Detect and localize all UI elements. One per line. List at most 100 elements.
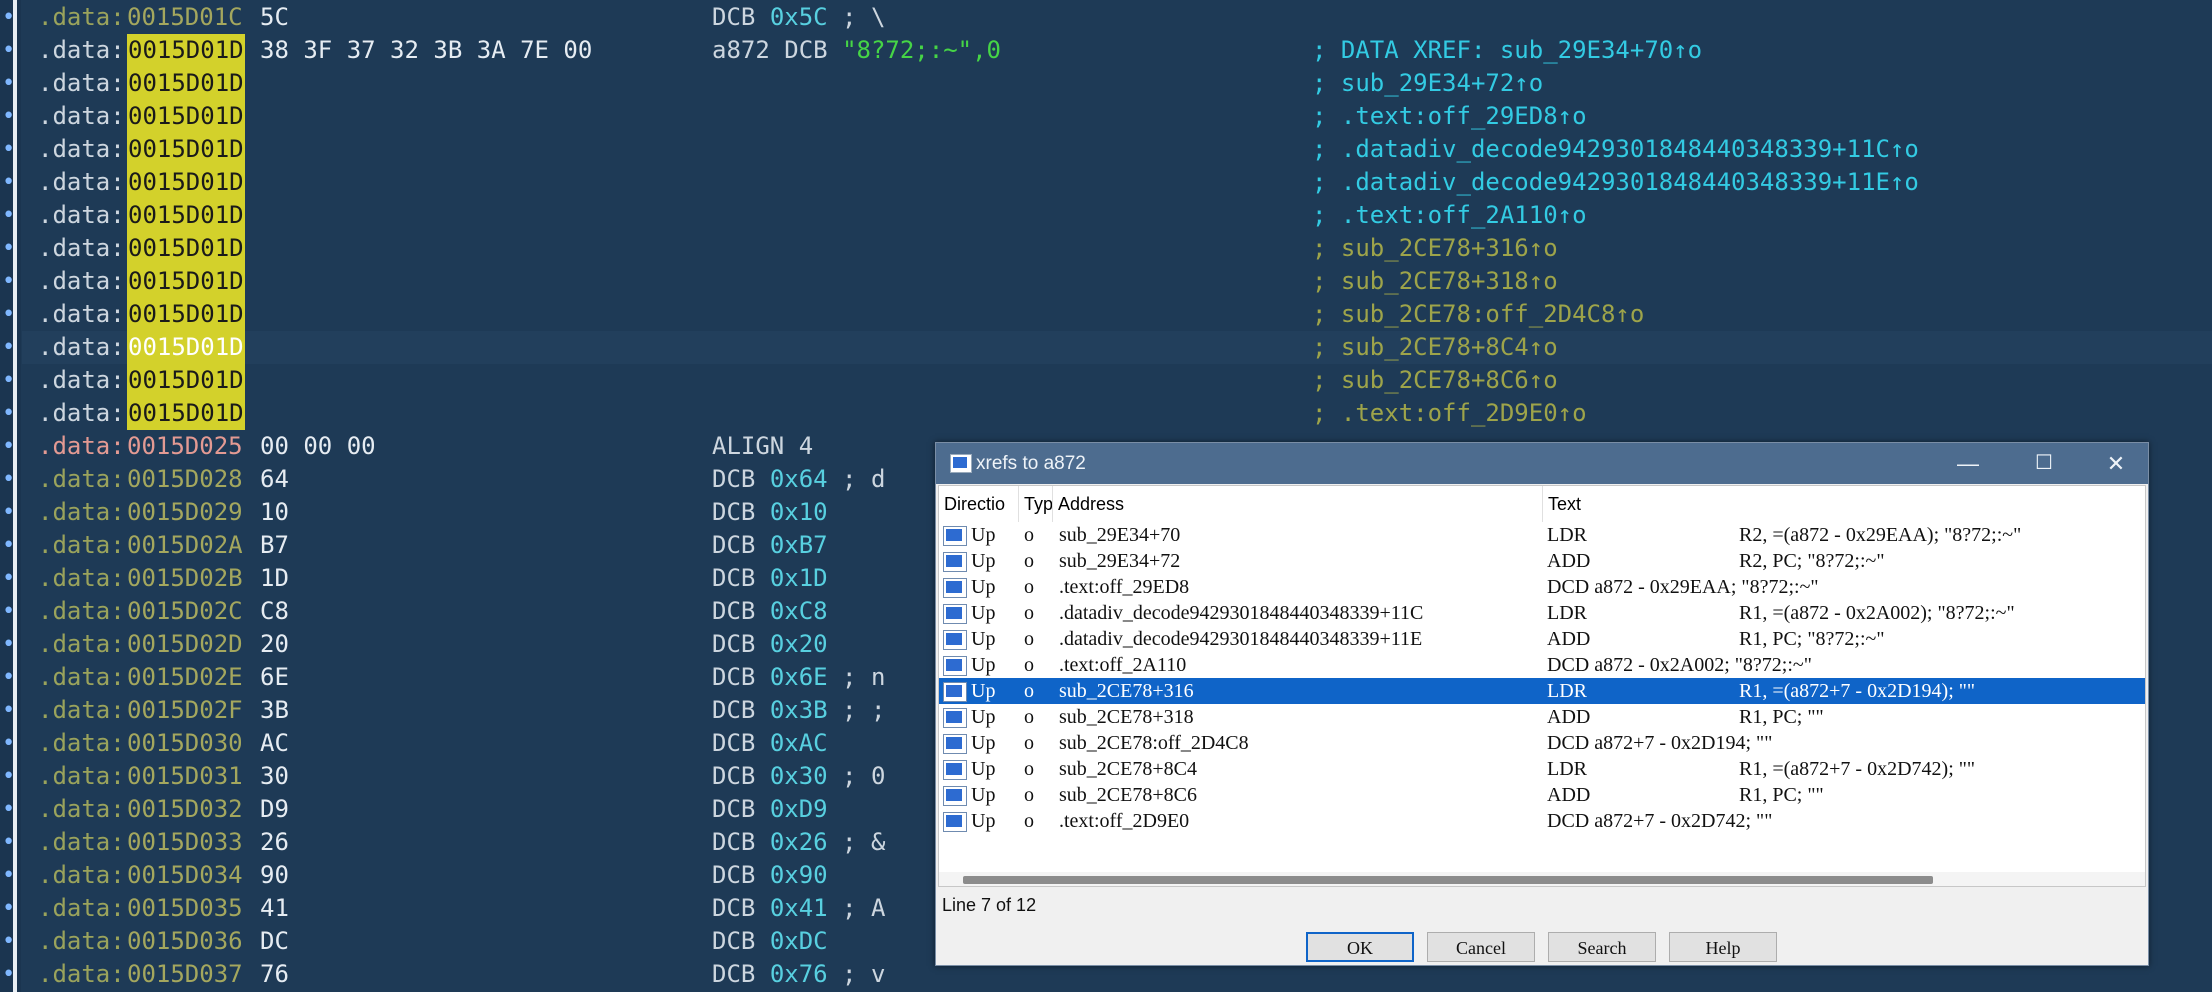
listing-row[interactable]: • .data: 0015D01D ; .datadiv_decode94293018… — [2, 133, 2212, 166]
listing-row[interactable]: • .data: 0015D01D ; sub_2CE78+316↑o — [2, 232, 2212, 265]
instruction[interactable]: DCB 0xD9 — [712, 793, 828, 826]
address[interactable]: 0015D01D — [127, 199, 245, 232]
address[interactable]: 0015D01D — [127, 133, 245, 166]
xref-comment[interactable]: ; DATA XREF: sub_29E34+70↑o — [1312, 34, 1702, 67]
xrefs-dialog[interactable]: xrefs to a872 — ☐ ✕ Directio Typ Address… — [935, 442, 2149, 966]
xref-row[interactable]: Up o sub_29E34+70 LDR R2, =(a872 - 0x29EAA);… — [939, 522, 2145, 548]
instruction[interactable]: DCB 0x6E ; n — [712, 661, 885, 694]
address[interactable]: 0015D035 — [127, 892, 243, 925]
address[interactable]: 0015D01D — [127, 298, 245, 331]
xref-row[interactable]: Up o .datadiv_decode9429301848440348339+11… — [939, 600, 2145, 626]
instruction[interactable]: DCB 0x1D — [712, 562, 828, 595]
scrollbar-thumb[interactable] — [963, 876, 1933, 884]
xref-row[interactable]: Up o sub_2CE78+8C4 LDR R1, =(a872+7 - 0x2D74… — [939, 756, 2145, 782]
address[interactable]: 0015D02B — [127, 562, 243, 595]
address[interactable]: 0015D01D — [127, 397, 245, 430]
help-button[interactable]: Help — [1669, 932, 1777, 962]
minimize-button[interactable]: — — [1938, 443, 1998, 484]
instruction[interactable]: DCB 0xB7 — [712, 529, 828, 562]
address[interactable]: 0015D034 — [127, 859, 243, 892]
ok-button[interactable]: OK — [1306, 932, 1414, 962]
instruction[interactable]: DCB 0x90 — [712, 859, 828, 892]
xref-row[interactable]: Up o .datadiv_decode9429301848440348339+11… — [939, 626, 2145, 652]
address[interactable]: 0015D01D — [127, 265, 245, 298]
xref-comment[interactable]: ; sub_2CE78+316↑o — [1312, 232, 1558, 265]
address[interactable]: 0015D01C — [127, 1, 243, 34]
xref-row[interactable]: Up o sub_2CE78+318 ADD R1, PC; "" — [939, 704, 2145, 730]
instruction[interactable]: DCB 0x30 ; 0 — [712, 760, 885, 793]
xref-row[interactable]: Up o .text:off_2D9E0 DCD a872+7 - 0x2D742; … — [939, 808, 2145, 834]
address[interactable]: 0015D028 — [127, 463, 243, 496]
cancel-button[interactable]: Cancel — [1427, 932, 1535, 962]
instruction[interactable]: DCB 0x64 ; d — [712, 463, 885, 496]
address[interactable]: 0015D02D — [127, 628, 243, 661]
listing-row[interactable]: • .data: 0015D01D ; sub_2CE78+318↑o — [2, 265, 2212, 298]
instruction[interactable]: DCB 0xAC — [712, 727, 828, 760]
listing-row[interactable]: • .data: 0015D01D ; .text:off_2D9E0↑o — [2, 397, 2212, 430]
listing-row[interactable]: • .data: 0015D01C 5C DCB 0x5C ; \ — [2, 1, 2212, 34]
horizontal-scrollbar[interactable] — [939, 872, 2145, 886]
xref-comment[interactable]: ; .datadiv_decode9429301848440348339+11C… — [1312, 133, 1919, 166]
address[interactable]: 0015D025 — [127, 430, 243, 463]
instruction[interactable]: DCB 0x3B ; ; — [712, 694, 885, 727]
xref-comment[interactable]: ; sub_2CE78+8C6↑o — [1312, 364, 1558, 397]
address[interactable]: 0015D031 — [127, 760, 243, 793]
address[interactable]: 0015D032 — [127, 793, 243, 826]
address[interactable]: 0015D029 — [127, 496, 243, 529]
xref-comment[interactable]: ; sub_2CE78+318↑o — [1312, 265, 1558, 298]
address[interactable]: 0015D01D — [127, 166, 245, 199]
xref-comment[interactable]: ; .text:off_2D9E0↑o — [1312, 397, 1587, 430]
instruction[interactable]: DCB 0x5C ; \ — [712, 1, 885, 34]
xref-comment[interactable]: ; sub_2CE78:off_2D4C8↑o — [1312, 298, 1644, 331]
column-header-text[interactable]: Text — [1543, 486, 2145, 522]
instruction[interactable]: DCB 0x76 ; v — [712, 958, 885, 991]
listing-row[interactable]: • .data: 0015D01D ; .text:off_29ED8↑o — [2, 100, 2212, 133]
address[interactable]: 0015D037 — [127, 958, 243, 991]
xref-comment[interactable]: ; sub_2CE78+8C4↑o — [1312, 331, 1558, 364]
listing-row[interactable]: • .data: 0015D01D 38 3F 37 32 3B 3A 7E 00 a8… — [2, 34, 2212, 67]
address[interactable]: 0015D02F — [127, 694, 243, 727]
xref-row[interactable]: Up o sub_29E34+72 ADD R2, PC; "8?72;:~" — [939, 548, 2145, 574]
column-header-address[interactable]: Address — [1053, 486, 1543, 522]
address[interactable]: 0015D036 — [127, 925, 243, 958]
xref-row[interactable]: Up o sub_2CE78+316 LDR R1, =(a872+7 - 0x2D19… — [939, 678, 2145, 704]
address[interactable]: 0015D02A — [127, 529, 243, 562]
address[interactable]: 0015D01D — [127, 364, 245, 397]
xref-comment[interactable]: ; .text:off_2A110↑o — [1312, 199, 1587, 232]
dialog-titlebar[interactable]: xrefs to a872 — ☐ ✕ — [936, 443, 2148, 484]
xref-list[interactable]: Directio Typ Address Text Up o sub_29E34+7… — [938, 485, 2146, 887]
address[interactable]: 0015D01D — [127, 232, 245, 265]
instruction[interactable]: DCB 0xC8 — [712, 595, 828, 628]
instruction[interactable]: a872 DCB "8?72;:~",0 — [712, 34, 1001, 67]
address[interactable]: 0015D02C — [127, 595, 243, 628]
xref-row[interactable]: Up o .text:off_2A110 DCD a872 - 0x2A002; "8… — [939, 652, 2145, 678]
column-header-direction[interactable]: Directio — [939, 486, 1019, 522]
xref-comment[interactable]: ; sub_29E34+72↑o — [1312, 67, 1543, 100]
address[interactable]: 0015D01D — [127, 34, 245, 67]
maximize-button[interactable]: ☐ — [2014, 443, 2074, 484]
address[interactable]: 0015D030 — [127, 727, 243, 760]
instruction[interactable]: ALIGN 4 — [712, 430, 813, 463]
xref-row[interactable]: Up o sub_2CE78:off_2D4C8 DCD a872+7 - 0x2D1… — [939, 730, 2145, 756]
address[interactable]: 0015D01D — [127, 67, 245, 100]
instruction[interactable]: DCB 0x20 — [712, 628, 828, 661]
column-header-type[interactable]: Typ — [1019, 486, 1053, 522]
data-label[interactable]: a872 — [712, 36, 770, 64]
address[interactable]: 0015D033 — [127, 826, 243, 859]
address[interactable]: 0015D01D — [127, 331, 245, 364]
address[interactable]: 0015D02E — [127, 661, 243, 694]
instruction[interactable]: DCB 0x10 — [712, 496, 828, 529]
instruction[interactable]: DCB 0x41 ; A — [712, 892, 885, 925]
listing-row[interactable]: • .data: 0015D01D ; sub_2CE78:off_2D4C8↑o — [2, 298, 2212, 331]
address[interactable]: 0015D01D — [127, 100, 245, 133]
listing-row[interactable]: • .data: 0015D01D ; .text:off_2A110↑o — [2, 199, 2212, 232]
listing-row[interactable]: • .data: 0015D01D ; sub_2CE78+8C4↑o — [2, 331, 2212, 364]
xref-comment[interactable]: ; .datadiv_decode9429301848440348339+11E… — [1312, 166, 1919, 199]
close-button[interactable]: ✕ — [2086, 443, 2146, 484]
listing-row[interactable]: • .data: 0015D01D ; sub_2CE78+8C6↑o — [2, 364, 2212, 397]
xref-row[interactable]: Up o .text:off_29ED8 DCD a872 - 0x29EAA; "8… — [939, 574, 2145, 600]
xref-row[interactable]: Up o sub_2CE78+8C6 ADD R1, PC; "" — [939, 782, 2145, 808]
instruction[interactable]: DCB 0xDC — [712, 925, 828, 958]
listing-row[interactable]: • .data: 0015D01D ; sub_29E34+72↑o — [2, 67, 2212, 100]
xref-comment[interactable]: ; .text:off_29ED8↑o — [1312, 100, 1587, 133]
